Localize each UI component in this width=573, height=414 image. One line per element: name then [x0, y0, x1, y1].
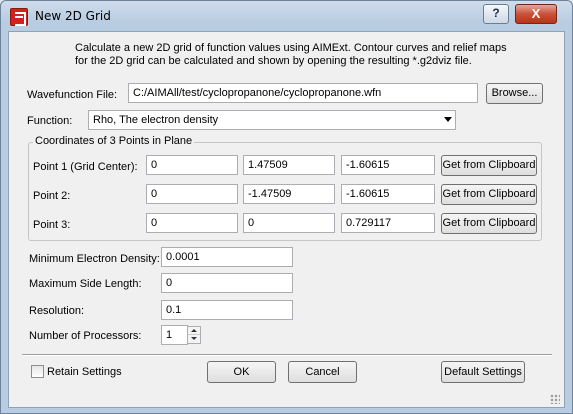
point2-y-field[interactable]: -1.47509 — [243, 184, 335, 204]
cancel-button[interactable]: Cancel — [288, 361, 357, 383]
point1-z-field[interactable]: -1.60615 — [341, 155, 435, 175]
spin-up-icon[interactable] — [188, 327, 200, 335]
point3-label: Point 3: — [33, 219, 71, 231]
footer-divider — [22, 354, 552, 356]
point1-x-field[interactable]: 0 — [146, 155, 238, 175]
spin-down-icon[interactable] — [188, 335, 200, 343]
retain-settings-checkbox[interactable] — [31, 365, 44, 378]
point2-clipboard-button[interactable]: Get from Clipboard — [441, 184, 537, 205]
function-selected-value: Rho, The electron density — [93, 114, 219, 126]
processors-stepper[interactable] — [187, 326, 201, 344]
max-side-field[interactable]: 0 — [161, 273, 293, 293]
intro-text: Calculate a new 2D grid of function valu… — [75, 42, 507, 67]
app-logo-icon — [10, 8, 28, 26]
wavefunction-label: Wavefunction File: — [27, 89, 118, 101]
resolution-label: Resolution: — [29, 305, 85, 317]
resolution-field[interactable]: 0.1 — [161, 300, 293, 320]
wavefunction-field[interactable]: C:/AIMAll/test/cyclopropanone/cyclopropa… — [128, 83, 478, 103]
window-title: New 2D Grid — [35, 9, 111, 23]
processors-field[interactable]: 1 — [161, 325, 188, 345]
retain-settings-label[interactable]: Retain Settings — [47, 366, 122, 378]
point2-label: Point 2: — [33, 190, 71, 202]
function-select[interactable]: Rho, The electron density — [88, 110, 456, 130]
point2-z-field[interactable]: -1.60615 — [341, 184, 435, 204]
max-side-label: Maximum Side Length: — [29, 278, 142, 290]
min-density-label: Minimum Electron Density: — [29, 253, 160, 265]
point3-z-field[interactable]: 0.729117 — [341, 213, 435, 233]
dialog-body: Calculate a new 2D grid of function valu… — [8, 31, 565, 408]
ok-button[interactable]: OK — [207, 361, 276, 383]
point1-clipboard-button[interactable]: Get from Clipboard — [441, 155, 537, 176]
processors-label: Number of Processors: — [29, 330, 142, 342]
function-label: Function: — [27, 115, 73, 127]
min-density-field[interactable]: 0.0001 — [161, 247, 293, 267]
new-2d-grid-dialog: New 2D Grid ? X Calculate a new 2D grid … — [0, 0, 573, 414]
point3-x-field[interactable]: 0 — [146, 213, 238, 233]
help-button[interactable]: ? — [483, 4, 509, 24]
point3-y-field[interactable]: 0 — [243, 213, 335, 233]
points-group-title: Coordinates of 3 Points in Plane — [33, 135, 195, 147]
resize-grip-icon[interactable] — [550, 394, 560, 404]
title-bar[interactable]: New 2D Grid ? X — [1, 1, 572, 31]
point1-y-field[interactable]: 1.47509 — [243, 155, 335, 175]
point3-clipboard-button[interactable]: Get from Clipboard — [441, 213, 537, 234]
chevron-down-icon — [444, 117, 452, 122]
point2-x-field[interactable]: 0 — [146, 184, 238, 204]
browse-button[interactable]: Browse... — [486, 83, 543, 104]
point1-label: Point 1 (Grid Center): — [33, 161, 138, 173]
default-settings-button[interactable]: Default Settings — [441, 361, 525, 383]
close-button[interactable]: X — [515, 4, 557, 24]
